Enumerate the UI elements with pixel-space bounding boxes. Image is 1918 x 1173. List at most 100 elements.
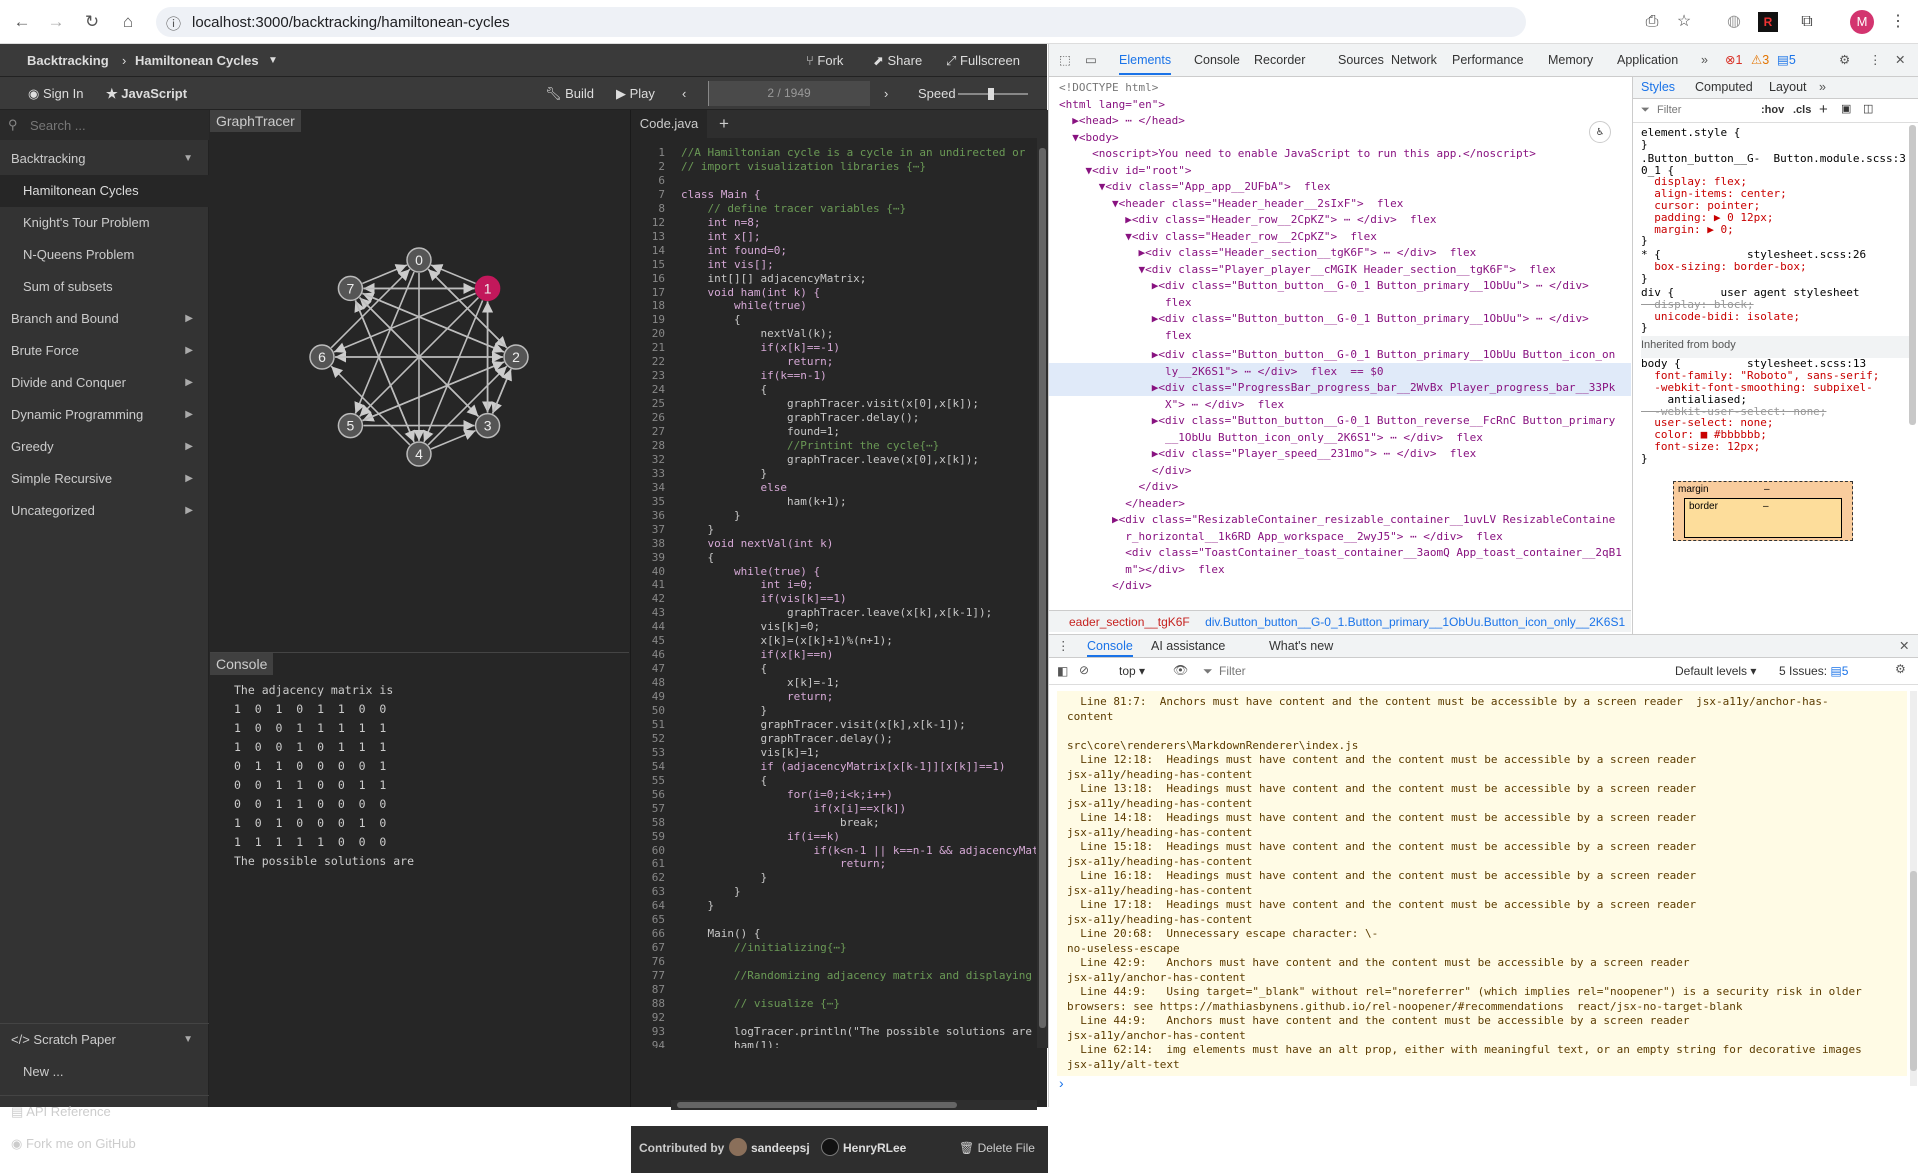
extension-red-icon[interactable]: R	[1758, 12, 1778, 32]
accessibility-icon[interactable]: ♿︎	[1589, 121, 1611, 143]
tab-styles[interactable]: Styles	[1641, 80, 1675, 94]
fullscreen-button[interactable]: ⤢ Fullscreen	[946, 44, 1020, 77]
dom-node-line[interactable]: </div>	[1059, 479, 1178, 496]
contributor-link[interactable]: sandeepsj	[751, 1141, 810, 1155]
dom-node-line[interactable]: <!DOCTYPE html>	[1059, 80, 1158, 97]
console-filter-input[interactable]: Filter	[1219, 664, 1246, 678]
sidebar-category-item[interactable]: Uncategorized ▶	[0, 495, 209, 527]
graph-node[interactable]: 7	[337, 275, 364, 302]
close-icon[interactable]: ✕	[1899, 638, 1909, 653]
code-vertical-scrollbar[interactable]	[1037, 138, 1048, 1048]
element-state-icon[interactable]: ▣	[1841, 102, 1851, 115]
code-area[interactable]: 1 //A Hamiltonian cycle is a cycle in an …	[631, 138, 1036, 1048]
drawer-tab-console[interactable]: Console	[1087, 639, 1133, 657]
tab-layout[interactable]: Layout	[1769, 80, 1807, 94]
add-file-button[interactable]: +	[719, 110, 729, 138]
drawer-tab-whats-new[interactable]: What's new	[1269, 639, 1333, 653]
tab-computed[interactable]: Computed	[1695, 80, 1753, 94]
dom-node-line[interactable]: ly__2K6S1"> ⋯ </div> flex == $0	[1059, 364, 1384, 381]
devtools-tab-sources[interactable]: Sources	[1338, 44, 1384, 77]
dom-node-line[interactable]: ▶<div class="Player_speed__231mo"> ⋯ </d…	[1059, 446, 1477, 463]
devtools-tab-recorder[interactable]: Recorder	[1254, 44, 1305, 77]
dom-node-line[interactable]: ▶<head> ⋯ </head>	[1059, 113, 1185, 130]
graph-node[interactable]: 6	[309, 344, 335, 370]
dom-node-line[interactable]: ▶<div class="ProgressBar_progress_bar__2…	[1059, 380, 1616, 397]
next-step-button[interactable]: ›	[884, 77, 888, 110]
dom-node-line[interactable]: ▼<header class="Header_header__2sIxF"> f…	[1059, 196, 1403, 213]
log-levels-dropdown[interactable]: Default levels ▾	[1675, 664, 1756, 678]
breadcrumb-item[interactable]: eader_section__tgK6F	[1049, 615, 1190, 629]
code-horizontal-scrollbar[interactable]	[671, 1100, 1037, 1110]
sidebar-category-item[interactable]: Backtracking ▼	[0, 143, 209, 175]
dom-node-line[interactable]: </header>	[1059, 496, 1185, 513]
dom-node-line[interactable]: ▶<div class="Button_button__G-0_1 Button…	[1059, 311, 1589, 328]
sidebar-category-item[interactable]: Greedy ▶	[0, 431, 209, 463]
site-info-icon[interactable]: ⓘ	[166, 13, 181, 34]
sidebar-toggle-icon[interactable]: ◧	[1057, 664, 1068, 678]
clear-console-icon[interactable]: ⊘	[1079, 663, 1089, 677]
speed-slider-thumb[interactable]	[988, 88, 994, 100]
styles-filter-input[interactable]: Filter	[1657, 104, 1681, 116]
devtools-tab-network[interactable]: Network	[1391, 44, 1437, 77]
console-settings-gear-icon[interactable]: ⚙	[1895, 662, 1906, 676]
dom-node-line[interactable]: ▶<div class="Header_section__tgK6F"> ⋯ <…	[1059, 245, 1476, 262]
sidebar-category-item[interactable]: Brute Force ▶	[0, 335, 209, 367]
scratch-paper-toggle[interactable]: </> Scratch Paper ▼	[0, 1024, 209, 1056]
sidebar-algorithm-item[interactable]: Hamiltonean Cycles	[0, 175, 209, 207]
more-tabs-icon[interactable]: »	[1701, 44, 1708, 77]
tab-code-java[interactable]: Code.java	[631, 110, 707, 138]
profile-avatar[interactable]: M	[1850, 10, 1874, 34]
scrollbar-thumb[interactable]	[677, 1102, 957, 1108]
breadcrumb-algorithm[interactable]: Hamiltonean Cycles	[135, 44, 259, 77]
drawer-menu-icon[interactable]: ⋮	[1057, 638, 1070, 653]
build-button[interactable]: 🔧︎ Build	[545, 77, 594, 110]
dom-node-line[interactable]: <div class="ToastContainer_toast_contain…	[1059, 545, 1622, 562]
github-link[interactable]: ◉ Fork me on GitHub	[0, 1128, 209, 1160]
graph-node[interactable]: 1	[474, 275, 501, 302]
device-toolbar-icon[interactable]: ▭	[1085, 44, 1097, 77]
progress-bar[interactable]: 2 / 1949	[708, 81, 870, 106]
dom-node-line[interactable]: <noscript>You need to enable JavaScript …	[1059, 146, 1536, 163]
dom-node-line[interactable]: </div>	[1059, 463, 1192, 480]
dom-node-line[interactable]: </div>	[1059, 578, 1152, 595]
close-icon[interactable]: ✕	[1895, 44, 1905, 77]
dom-node-line[interactable]: ▼<body>	[1059, 130, 1118, 147]
bookmark-star-icon[interactable]: ☆	[1672, 10, 1696, 34]
new-scratch-item[interactable]: New ...	[0, 1056, 209, 1088]
graph-node[interactable]: 2	[503, 344, 529, 370]
previous-step-button[interactable]: ‹	[682, 77, 686, 110]
dom-node-line[interactable]: r_horizontal__1k6RD App_workspace__2wyJ5…	[1059, 529, 1503, 546]
issues-button[interactable]: 5 Issues: ▤5	[1779, 664, 1848, 678]
reload-icon[interactable]: ↻	[80, 11, 104, 33]
sidebar-algorithm-item[interactable]: Sum of subsets	[0, 271, 209, 303]
graph-node[interactable]: 3	[474, 412, 501, 439]
console-scrollbar[interactable]	[1910, 691, 1917, 1086]
sidebar-category-item[interactable]: Branch and Bound ▶	[0, 303, 209, 335]
install-app-icon[interactable]: ⎙	[1640, 10, 1664, 34]
language-selector[interactable]: ★ JavaScript	[106, 77, 187, 110]
dom-node-line[interactable]: ▶<div class="ResizableContainer_resizabl…	[1059, 512, 1615, 529]
sidebar-category-item[interactable]: Divide and Conquer ▶	[0, 367, 209, 399]
breadcrumb-item[interactable]: div.Button_button__G-0_1.Button_primary_…	[1193, 615, 1625, 629]
extensions-puzzle-icon[interactable]: ⧉	[1795, 10, 1819, 34]
devtools-tab-elements[interactable]: Elements	[1119, 44, 1172, 75]
home-icon[interactable]: ⌂	[116, 11, 140, 33]
error-count[interactable]: ⊗1	[1725, 44, 1742, 77]
warning-count[interactable]: ⚠3	[1751, 44, 1769, 77]
live-expression-eye-icon[interactable]: 👁︎	[1173, 663, 1188, 677]
dom-node-line[interactable]: __1ObUu Button_icon_only__2K6S1"> ⋯ </di…	[1059, 430, 1483, 447]
dom-node-line[interactable]: m"></div> flex	[1059, 562, 1224, 579]
hov-toggle[interactable]: :hov	[1761, 104, 1784, 116]
dom-node-line[interactable]: flex	[1059, 328, 1192, 345]
browser-menu-icon[interactable]: ⋮	[1886, 10, 1910, 34]
dom-node-line[interactable]: X"> ⋯ </div> flex	[1059, 397, 1284, 414]
sidebar-algorithm-item[interactable]: Knight's Tour Problem	[0, 207, 209, 239]
console-prompt[interactable]: ›	[1059, 1075, 1064, 1091]
dom-node-line[interactable]: ▼<div class="App_app__2UFbA"> flex	[1059, 179, 1331, 196]
context-selector[interactable]: top ▾	[1119, 664, 1145, 678]
dom-node-line[interactable]: ▼<div class="Player_player__cMGIK Header…	[1059, 262, 1555, 279]
graph-node[interactable]: 0	[406, 247, 432, 273]
dom-node-line[interactable]: ▶<div class="Header_row__2CpKZ"> ⋯ </div…	[1059, 212, 1436, 229]
drawer-tab-ai[interactable]: AI assistance	[1151, 639, 1225, 653]
new-rule-icon[interactable]: +	[1819, 101, 1828, 118]
